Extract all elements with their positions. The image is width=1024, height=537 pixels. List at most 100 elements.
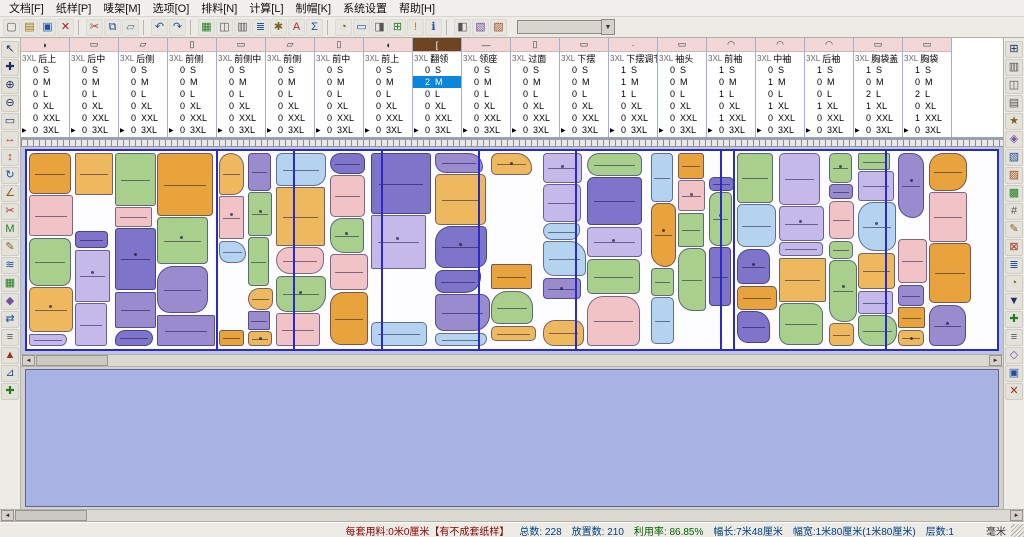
size-quantity-cell[interactable]: 0XXL [609, 112, 657, 124]
size-quantity-cell[interactable]: 0XL [266, 100, 314, 112]
size-quantity-cell[interactable]: ▶03XL [805, 124, 853, 136]
save-icon[interactable]: ▣ [39, 19, 56, 36]
pattern-piece[interactable] [779, 206, 824, 241]
pattern-piece[interactable] [587, 153, 642, 176]
annotate-tool-icon[interactable]: ✎ [1005, 221, 1023, 238]
size-quantity-cell[interactable]: 0M [854, 76, 902, 88]
pattern-piece[interactable] [115, 292, 156, 328]
pattern-piece[interactable] [829, 260, 857, 322]
size-quantity-cell[interactable]: 0XXL [462, 112, 510, 124]
layer-lines-icon[interactable]: ≡ [1005, 329, 1023, 346]
pattern-piece[interactable] [929, 243, 971, 303]
pattern-piece[interactable] [898, 239, 927, 283]
zoom-window-icon[interactable]: ⊞ [389, 19, 406, 36]
pattern-piece[interactable] [779, 258, 826, 302]
pattern-piece[interactable] [929, 153, 967, 191]
size-quantity-cell[interactable]: 0S [364, 64, 412, 76]
size-quantity-cell[interactable]: 0M [903, 76, 951, 88]
pattern-piece[interactable] [543, 320, 584, 346]
pattern-piece[interactable] [737, 286, 777, 310]
piece-column[interactable]: ◠3XL前袖1S0M1L0XL1XXL▶03XL [707, 38, 756, 137]
pattern-piece[interactable] [651, 153, 673, 202]
menu-item[interactable]: 排料[N] [195, 0, 243, 17]
piece-column[interactable]: ◠3XL中袖0S1M0L1XL0XXL▶03XL [756, 38, 805, 137]
close-marker-icon[interactable]: ✕ [57, 19, 74, 36]
undo-icon[interactable]: ↶ [151, 19, 168, 36]
size-quantity-cell[interactable]: 0XL [609, 100, 657, 112]
shrink-tool-icon[interactable]: ≋ [1, 257, 19, 274]
pattern-piece[interactable] [157, 217, 208, 264]
fill-style-b-icon[interactable]: ▨ [1005, 167, 1023, 184]
scrollbar-thumb[interactable] [15, 510, 87, 521]
size-quantity-cell[interactable]: 0XL [560, 100, 608, 112]
piece-column[interactable]: ◖3XL前上0S0M0L0XL0XXL▶03XL [364, 38, 413, 137]
tilt-tool-icon[interactable]: ▲ [1, 347, 19, 364]
size-quantity-cell[interactable]: 0M [364, 76, 412, 88]
piece-thumbnail-icon[interactable]: ▱ [119, 38, 167, 52]
piece-name[interactable]: 3XL后中 [70, 52, 118, 64]
pattern-piece[interactable] [829, 153, 852, 183]
size-quantity-cell[interactable]: ▶03XL [903, 124, 951, 136]
pattern-piece[interactable] [248, 311, 270, 330]
pattern-piece[interactable] [779, 303, 823, 345]
size-quantity-cell[interactable]: 0M [266, 76, 314, 88]
size-quantity-cell[interactable]: ▶03XL [413, 124, 461, 136]
pattern-piece[interactable] [737, 311, 770, 343]
size-quantity-cell[interactable]: ▶03XL [854, 124, 902, 136]
piece-name[interactable]: 3XL翻领 [413, 52, 461, 64]
scale-select-value[interactable] [517, 20, 601, 34]
piece-thumbnail-icon[interactable]: ▭ [217, 38, 265, 52]
pattern-piece[interactable] [651, 203, 676, 267]
pattern-piece[interactable] [435, 270, 481, 293]
piece-name[interactable]: 3XL过面 [511, 52, 559, 64]
size-quantity-cell[interactable]: 0XL [119, 100, 167, 112]
pattern-piece[interactable] [858, 291, 893, 314]
pattern-piece[interactable] [219, 330, 244, 346]
piece-column[interactable]: —3XL领座0S0M0L0XL0XXL▶03XL [462, 38, 511, 137]
pattern-piece[interactable] [898, 285, 924, 306]
size-quantity-cell[interactable]: 0L [511, 88, 559, 100]
scale-select[interactable]: ▼ [517, 19, 615, 35]
size-quantity-cell[interactable]: 0L [70, 88, 118, 100]
dual-window-icon[interactable]: ◫ [1005, 77, 1023, 94]
size-quantity-cell[interactable]: 0XXL [658, 112, 706, 124]
size-quantity-cell[interactable]: 1S [854, 64, 902, 76]
piece-column[interactable]: ▱3XL前侧0S0M0L0XL0XXL▶03XL [266, 38, 315, 137]
size-quantity-cell[interactable]: 0L [413, 88, 461, 100]
pattern-piece[interactable] [829, 201, 854, 239]
size-quantity-cell[interactable]: 1S [903, 64, 951, 76]
piece-thumbnail-icon[interactable]: ◠ [756, 38, 804, 52]
chevron-down-icon[interactable]: ▼ [601, 19, 615, 35]
size-quantity-cell[interactable]: ▶03XL [609, 124, 657, 136]
size-quantity-cell[interactable]: 0XXL [168, 112, 216, 124]
pattern-piece[interactable] [276, 247, 324, 274]
piece-name[interactable]: 3XL前侧 [266, 52, 314, 64]
pattern-piece[interactable] [29, 287, 73, 332]
piece-column[interactable]: ▯3XL过面0S0M0L0XL0XXL▶03XL [511, 38, 560, 137]
calculate-icon[interactable]: Σ [306, 19, 323, 36]
marker-width-icon[interactable]: ▭ [353, 19, 370, 36]
pattern-piece[interactable] [29, 153, 71, 194]
piece-name[interactable]: 3XL前侧中 [217, 52, 265, 64]
piece-thumbnail-icon[interactable]: ◠ [805, 38, 853, 52]
size-quantity-cell[interactable]: ▶03XL [21, 124, 69, 136]
pattern-piece[interactable] [29, 334, 67, 346]
cut-icon[interactable]: ✂ [86, 19, 103, 36]
pattern-match-tool-icon[interactable]: ◆ [1, 293, 19, 310]
pattern-piece[interactable] [248, 192, 272, 236]
size-quantity-cell[interactable]: 0S [658, 64, 706, 76]
pattern-piece[interactable] [330, 292, 368, 345]
overlap-check-tool-icon[interactable]: ▦ [1, 275, 19, 292]
pattern-piece[interactable] [898, 153, 924, 218]
pattern-piece[interactable] [157, 315, 215, 346]
piece-thumbnail-icon[interactable]: [ [413, 38, 461, 52]
size-quantity-cell[interactable]: 0M [658, 76, 706, 88]
piece-window-icon[interactable]: ◫ [216, 19, 233, 36]
size-quantity-cell[interactable]: ▶03XL [756, 124, 804, 136]
size-quantity-cell[interactable]: 1XL [805, 100, 853, 112]
pattern-piece[interactable] [929, 305, 966, 346]
send-down-icon[interactable]: ▼ [1005, 293, 1023, 310]
piece-name[interactable]: 3XL下摆 [560, 52, 608, 64]
pattern-piece[interactable] [115, 153, 156, 206]
pattern-piece[interactable] [115, 330, 153, 346]
